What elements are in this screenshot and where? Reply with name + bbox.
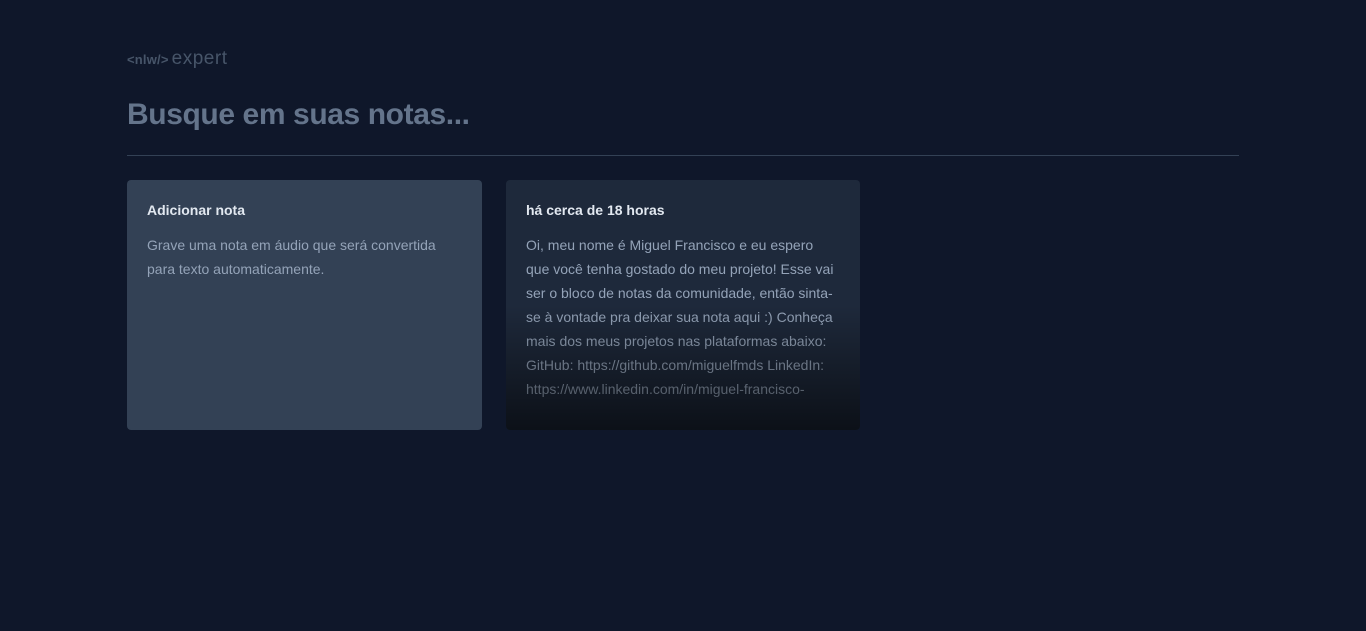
search-input[interactable] [127,93,1239,137]
note-date: há cerca de 18 horas [526,202,665,218]
divider [127,155,1239,156]
logo-tag: <nlw/> [127,52,169,67]
app-page: <nlw/> expert Adicionar nota Grave uma n… [0,0,1366,631]
nlw-expert-logo: <nlw/> expert [127,48,228,69]
note-card[interactable]: há cerca de 18 horas Oi, meu nome é Migu… [506,180,860,430]
add-note-description: Grave uma nota em áudio que será convert… [147,237,436,277]
add-note-card[interactable]: Adicionar nota Grave uma nota em áudio q… [127,180,482,430]
add-note-title: Adicionar nota [147,202,246,218]
logo-word: expert [171,48,228,69]
note-content: Oi, meu nome é Miguel Francisco e eu esp… [526,237,834,397]
